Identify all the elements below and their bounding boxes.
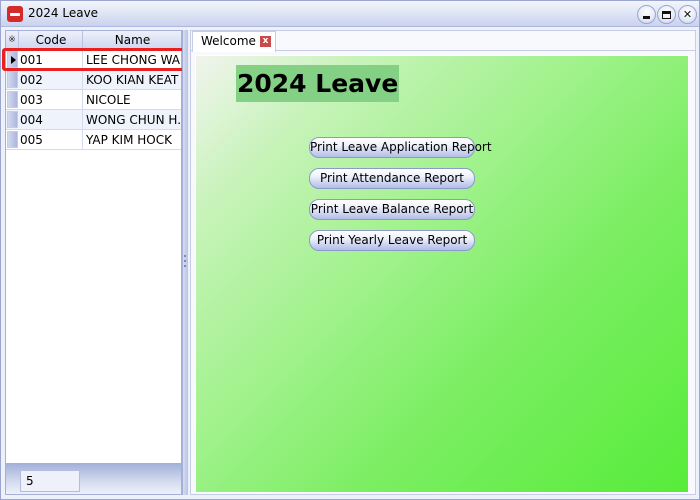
grip-dot — [184, 260, 186, 262]
print-leave-balance-report-button[interactable]: Print Leave Balance Report — [309, 199, 475, 220]
print-attendance-report-button[interactable]: Print Attendance Report — [309, 168, 475, 189]
row-indicator[interactable] — [7, 131, 18, 148]
page-title: 2024 Leave — [236, 65, 400, 102]
app-window: 2024 Leave ✕ ※ Code Name 001 LEE CHONG W… — [0, 0, 700, 500]
column-header-name[interactable]: Name — [84, 31, 181, 49]
app-logo-icon — [7, 6, 23, 22]
grid-footer: 5 — [6, 463, 181, 494]
row-indicator[interactable] — [7, 51, 18, 68]
grip-dot — [184, 255, 186, 257]
minimize-icon — [643, 16, 650, 19]
close-icon: ✕ — [682, 8, 693, 21]
close-button[interactable]: ✕ — [678, 5, 697, 24]
tab-label: Welcome — [201, 34, 256, 48]
table-row[interactable]: 005 YAP KIM HOCK — [6, 130, 181, 150]
welcome-page: 2024 Leave Print Leave Application Repor… — [195, 55, 689, 493]
table-row[interactable]: 003 NICOLE — [6, 90, 181, 110]
row-indicator[interactable] — [7, 111, 18, 128]
splitter-handle[interactable] — [184, 255, 187, 271]
cell-code[interactable]: 003 — [20, 90, 83, 110]
document-area: Welcome x 2024 Leave Print Leave Applica… — [190, 30, 696, 495]
minimize-button[interactable] — [637, 5, 656, 24]
window-title: 2024 Leave — [28, 6, 99, 20]
cell-name[interactable]: NICOLE — [85, 90, 181, 110]
print-leave-application-report-button[interactable]: Print Leave Application Report — [309, 137, 492, 158]
tab-close-icon[interactable]: x — [260, 36, 271, 47]
grip-dot — [184, 265, 186, 267]
row-indicator[interactable] — [7, 71, 18, 88]
title-bar[interactable]: 2024 Leave ✕ — [1, 1, 699, 27]
record-count: 5 — [20, 470, 80, 492]
table-row[interactable]: 002 KOO KIAN KEAT — [6, 70, 181, 90]
cell-code[interactable]: 005 — [20, 130, 83, 150]
row-indicator[interactable] — [7, 91, 18, 108]
tab-strip: Welcome x — [191, 31, 695, 52]
cell-name[interactable]: LEE CHONG WAI — [85, 50, 181, 70]
select-all-header[interactable]: ※ — [6, 31, 19, 49]
maximize-button[interactable] — [657, 5, 676, 24]
grid-header: ※ Code Name — [6, 31, 181, 49]
maximize-icon — [662, 10, 671, 19]
current-row-arrow-icon — [11, 56, 16, 64]
column-header-code[interactable]: Code — [20, 31, 83, 49]
cell-name[interactable]: KOO KIAN KEAT — [85, 70, 181, 90]
print-yearly-leave-report-button[interactable]: Print Yearly Leave Report — [309, 230, 475, 251]
cell-code[interactable]: 002 — [20, 70, 83, 90]
cell-name[interactable]: YAP KIM HOCK — [85, 130, 181, 150]
cell-code[interactable]: 004 — [20, 110, 83, 130]
table-row[interactable]: 001 LEE CHONG WAI — [6, 50, 181, 70]
tab-welcome[interactable]: Welcome x — [192, 31, 276, 52]
table-row[interactable]: 004 WONG CHUN H... — [6, 110, 181, 130]
employee-grid: ※ Code Name 001 LEE CHONG WAI 002 KOO KI… — [2, 30, 187, 495]
cell-name[interactable]: WONG CHUN H... — [85, 110, 181, 130]
cell-code[interactable]: 001 — [20, 50, 83, 70]
